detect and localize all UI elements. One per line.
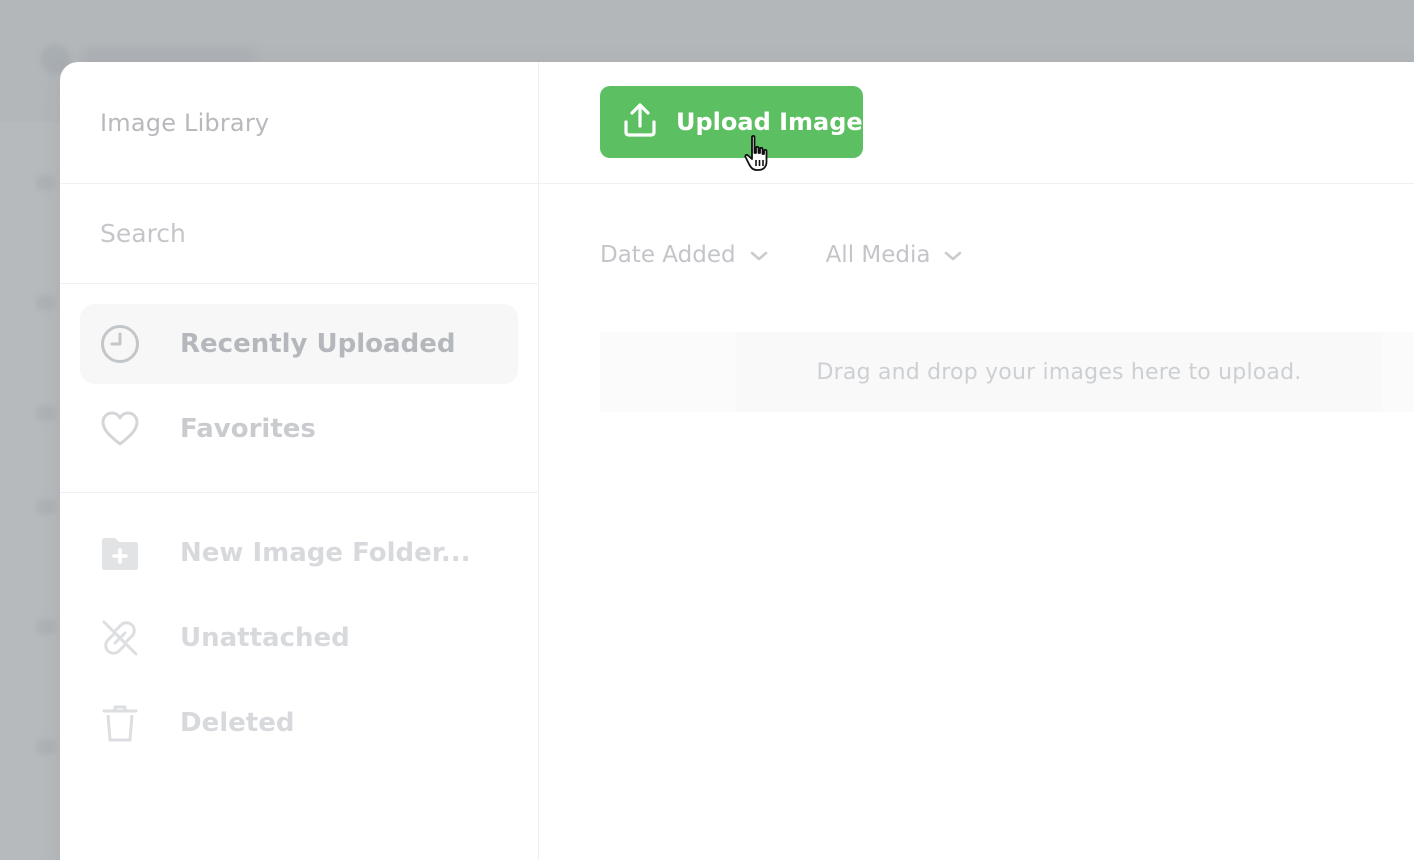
chevron-down-icon	[944, 242, 962, 268]
image-library-modal: Image Library Recently Uploaded	[60, 62, 1414, 860]
sidebar-item-label: Favorites	[180, 414, 316, 444]
dropzone-text: Drag and drop your images here to upload…	[816, 359, 1302, 385]
upload-icon	[622, 102, 658, 142]
unlink-icon	[100, 618, 140, 658]
sidebar-item-new-folder[interactable]: New Image Folder...	[80, 513, 518, 593]
library-sidebar: Image Library Recently Uploaded	[60, 62, 539, 860]
background-nav-hint	[36, 620, 56, 634]
sidebar-header: Image Library	[60, 62, 538, 184]
clock-icon	[100, 324, 140, 364]
background-nav-hint	[36, 176, 56, 190]
sort-label: Date Added	[600, 242, 736, 268]
search-row	[60, 184, 538, 284]
nav-group-main: Recently Uploaded Favorites	[60, 284, 538, 493]
folder-plus-icon	[100, 533, 140, 573]
sidebar-item-unattached[interactable]: Unattached	[80, 598, 518, 678]
background-nav-hint	[36, 296, 56, 310]
dropzone-message-area: Drag and drop your images here to upload…	[736, 332, 1382, 412]
heart-icon	[100, 409, 140, 449]
media-type-dropdown[interactable]: All Media	[826, 242, 963, 268]
sidebar-item-label: Deleted	[180, 708, 295, 738]
chevron-down-icon	[750, 242, 768, 268]
background-nav-hint	[36, 406, 56, 420]
sidebar-item-favorites[interactable]: Favorites	[80, 389, 518, 469]
sort-dropdown[interactable]: Date Added	[600, 242, 768, 268]
toolbar: Upload Image	[539, 62, 1414, 184]
sidebar-item-label: New Image Folder...	[180, 538, 471, 568]
background-nav-hint	[36, 740, 56, 754]
trash-icon	[100, 703, 140, 743]
filter-bar: Date Added All Media	[600, 242, 1020, 268]
sidebar-item-recently-uploaded[interactable]: Recently Uploaded	[80, 304, 518, 384]
background-nav-hint	[36, 500, 56, 514]
upload-button-label: Upload Image	[676, 108, 863, 136]
upload-dropzone[interactable]: Drag and drop your images here to upload…	[600, 332, 1414, 412]
library-main: Upload Image Date Added All Media Drag a…	[539, 62, 1414, 860]
sidebar-item-label: Recently Uploaded	[180, 329, 456, 359]
sidebar-item-deleted[interactable]: Deleted	[80, 683, 518, 763]
media-type-label: All Media	[825, 242, 931, 268]
modal-title: Image Library	[100, 108, 270, 137]
sidebar-item-label: Unattached	[180, 623, 350, 653]
search-input[interactable]	[100, 219, 480, 248]
nav-group-folders: New Image Folder... Unattached Deleted	[60, 493, 538, 788]
hand-pointer-icon	[744, 134, 778, 178]
upload-image-button[interactable]: Upload Image	[600, 86, 863, 158]
